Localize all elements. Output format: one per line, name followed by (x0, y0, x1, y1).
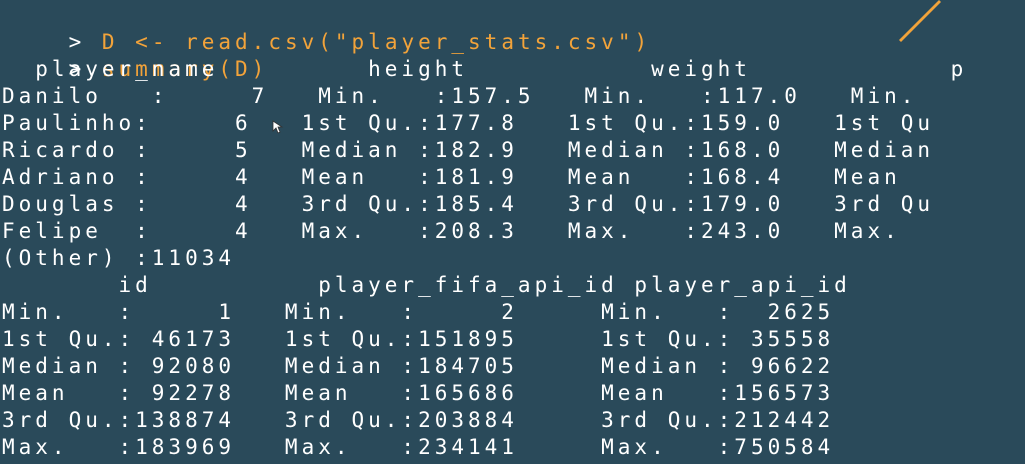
summary-row: Max. :183969 Max. :234141 Max. :750584 (2, 435, 835, 459)
summary-row: Paulinho: 6 1st Qu.:177.8 1st Qu.:159.0 … (2, 111, 935, 135)
summary-row: Danilo : 7 Min. :157.5 Min. :117.0 Min. (2, 84, 918, 108)
summary-row: Median : 92080 Median :184705 Median : 9… (2, 354, 835, 378)
summary-header-row-2: id player_fifa_api_id player_api_id (2, 273, 851, 297)
summary-row: 1st Qu.: 46173 1st Qu.:151895 1st Qu.: 3… (2, 327, 835, 351)
summary-row: Min. : 1 Min. : 2 Min. : 2625 (2, 300, 835, 324)
summary-row: Douglas : 4 3rd Qu.:185.4 3rd Qu.:179.0 … (2, 192, 935, 216)
accent-stroke-icon (899, 0, 941, 42)
mouse-pointer-icon (272, 120, 284, 134)
command-line-1: > D <- read.csv("player_stats.csv") (2, 2, 651, 54)
summary-row: Ricardo : 5 Median :182.9 Median :168.0 … (2, 138, 935, 162)
summary-row: Mean : 92278 Mean :165686 Mean :156573 (2, 381, 835, 405)
summary-row: Felipe : 4 Max. :208.3 Max. :243.0 Max. (2, 219, 901, 243)
command-line-2: > summary(D) (2, 29, 268, 81)
summary-header-row-1: player_name height weight p (2, 57, 968, 81)
summary-row: (Other) :11034 (2, 246, 236, 270)
r-console[interactable]: > D <- read.csv("player_stats.csv") > su… (0, 0, 1025, 464)
summary-row: Adriano : 4 Mean :181.9 Mean :168.4 Mean (2, 165, 901, 189)
summary-row: 3rd Qu.:138874 3rd Qu.:203884 3rd Qu.:21… (2, 408, 835, 432)
